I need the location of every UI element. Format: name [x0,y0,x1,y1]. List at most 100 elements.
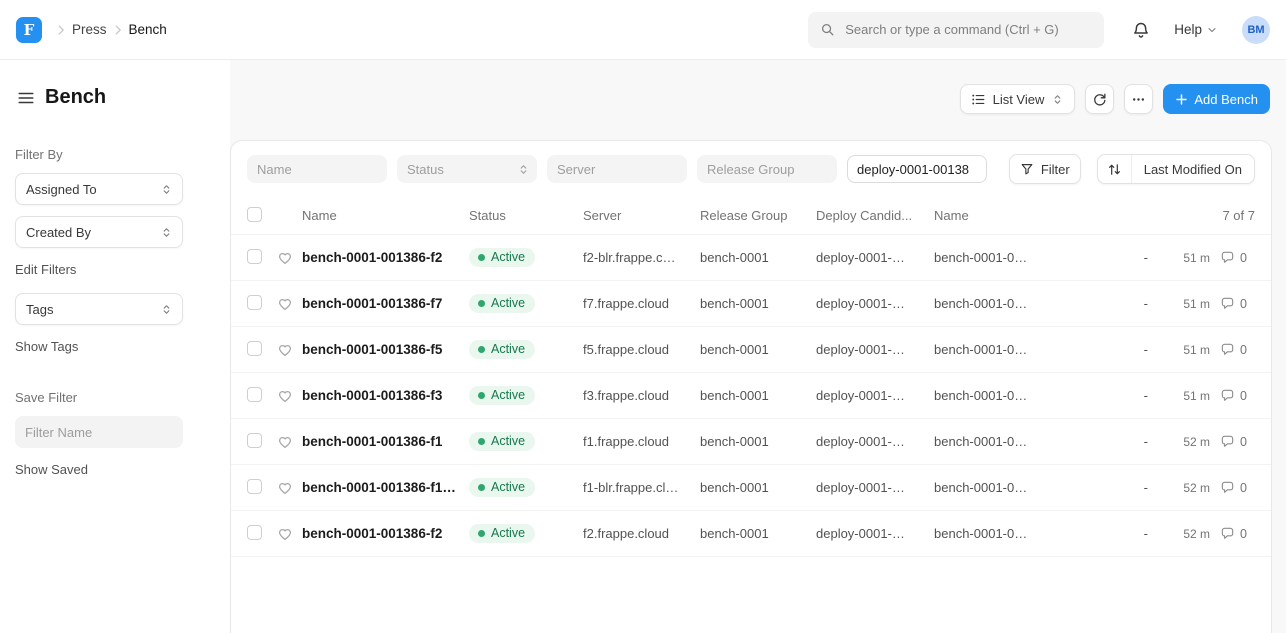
list-icon [971,92,986,107]
refresh-button[interactable] [1085,84,1114,114]
status-cell: Active [469,386,583,405]
show-tags-link[interactable]: Show Tags [15,339,78,354]
status-cell: Active [469,478,583,497]
favorite-button[interactable] [277,388,294,404]
row-checkbox[interactable] [247,387,262,402]
status-badge: Active [469,432,535,451]
tags-select[interactable]: Tags [15,293,183,325]
assigned-to-label: Assigned To [26,182,97,197]
filter-by-label: Filter By [15,147,214,162]
row-checkbox[interactable] [247,525,262,540]
table-row[interactable]: bench-0001-001386-f7 Active f7.frappe.cl… [231,281,1271,327]
assigned-to-select[interactable]: Assigned To [15,173,183,205]
more-options-button[interactable] [1124,84,1153,114]
add-bench-button[interactable]: Add Bench [1163,84,1270,114]
release-group-filter-input[interactable] [697,155,837,183]
column-header-server: Server [583,208,700,223]
status-cell: Active [469,340,583,359]
edit-filters-link[interactable]: Edit Filters [15,262,76,277]
table-row[interactable]: bench-0001-001386-f2 Active f2.frappe.cl… [231,511,1271,557]
row-checkbox[interactable] [247,249,262,264]
select-all-checkbox[interactable] [247,207,262,222]
server-cell: f1.frappe.cloud [583,434,700,449]
table-row[interactable]: bench-0001-001386-f1 Active f1.frappe.cl… [231,419,1271,465]
server-cell: f2.frappe.cloud [583,526,700,541]
tags-cell: - [1114,480,1154,495]
search-input[interactable] [843,21,1092,38]
breadcrumb-item-press[interactable]: Press [72,22,107,37]
column-header-release-group: Release Group [700,208,816,223]
show-saved-link[interactable]: Show Saved [15,462,88,477]
status-cell: Active [469,248,583,267]
table-row[interactable]: bench-0001-001386-f3 Active f3.frappe.cl… [231,373,1271,419]
status-filter-select[interactable]: Status [397,155,537,183]
modified-time-cell: 51 m [1154,297,1210,311]
table-row[interactable]: bench-0001-001386-f1… Active f1-blr.frap… [231,465,1271,511]
server-cell: f7.frappe.cloud [583,296,700,311]
navbar-actions: Help BM [1132,16,1270,44]
deploy-candidate-cell: deploy-0001-… [816,342,934,357]
bench-name-cell: bench-0001-001386-f1 [302,434,469,449]
favorite-button[interactable] [277,250,294,266]
table-filter-bar: Status Filter [231,141,1271,197]
comment-count: 0 [1240,297,1247,311]
filter-button[interactable]: Filter [1009,154,1081,184]
server-cell: f3.frappe.cloud [583,388,700,403]
deploy-candidate-cell: deploy-0001-… [816,250,934,265]
comment-icon [1220,480,1235,495]
column-header-status: Status [469,208,583,223]
comments-cell: 0 [1210,388,1255,403]
favorite-button[interactable] [277,296,294,312]
status-badge: Active [469,478,535,497]
save-filter-label: Save Filter [15,390,214,405]
comment-icon [1220,388,1235,403]
status-badge: Active [469,248,535,267]
help-menu[interactable]: Help [1174,22,1218,37]
sort-control: Last Modified On [1097,154,1255,184]
sort-direction-button[interactable] [1098,155,1132,183]
name-filter-input[interactable] [247,155,387,183]
server-filter-input[interactable] [547,155,687,183]
deploy-candidate-filter-input[interactable] [847,155,987,183]
heart-icon [277,342,293,358]
notifications-button[interactable] [1132,21,1150,39]
page-title-row: Bench [15,86,214,109]
column-header-name: Name [302,208,469,223]
view-selector-button[interactable]: List View [960,84,1076,114]
status-cell: Active [469,524,583,543]
column-header-bench-name: Name [934,208,1114,223]
comment-icon [1220,296,1235,311]
filter-name-input[interactable] [15,416,183,448]
funnel-icon [1020,162,1034,176]
status-dot-icon [478,438,485,445]
favorite-button[interactable] [277,342,294,358]
server-cell: f5.frappe.cloud [583,342,700,357]
bench-name-cell: bench-0001-001386-f2 [302,250,469,265]
favorite-button[interactable] [277,480,294,496]
sidebar-toggle-button[interactable] [17,89,35,107]
user-avatar[interactable]: BM [1242,16,1270,44]
tags-cell: - [1114,526,1154,541]
comments-cell: 0 [1210,526,1255,541]
sort-field-button[interactable]: Last Modified On [1132,155,1254,183]
modified-time-cell: 52 m [1154,527,1210,541]
status-cell: Active [469,432,583,451]
table-row[interactable]: bench-0001-001386-f2 Active f2-blr.frapp… [231,235,1271,281]
status-cell: Active [469,294,583,313]
heart-icon [277,480,293,496]
favorite-button[interactable] [277,434,294,450]
comments-cell: 0 [1210,434,1255,449]
menu-icon [17,89,35,107]
breadcrumb-item-bench[interactable]: Bench [129,22,167,37]
row-checkbox[interactable] [247,341,262,356]
table-row[interactable]: bench-0001-001386-f5 Active f5.frappe.cl… [231,327,1271,373]
favorite-button[interactable] [277,526,294,542]
row-checkbox[interactable] [247,479,262,494]
page-body: Bench Filter By Assigned To Created By E… [0,60,1286,633]
created-by-select[interactable]: Created By [15,216,183,248]
deploy-candidate-cell: deploy-0001-… [816,526,934,541]
row-checkbox[interactable] [247,433,262,448]
frappe-logo[interactable]: F [16,17,42,43]
row-checkbox[interactable] [247,295,262,310]
command-search[interactable] [808,12,1104,48]
